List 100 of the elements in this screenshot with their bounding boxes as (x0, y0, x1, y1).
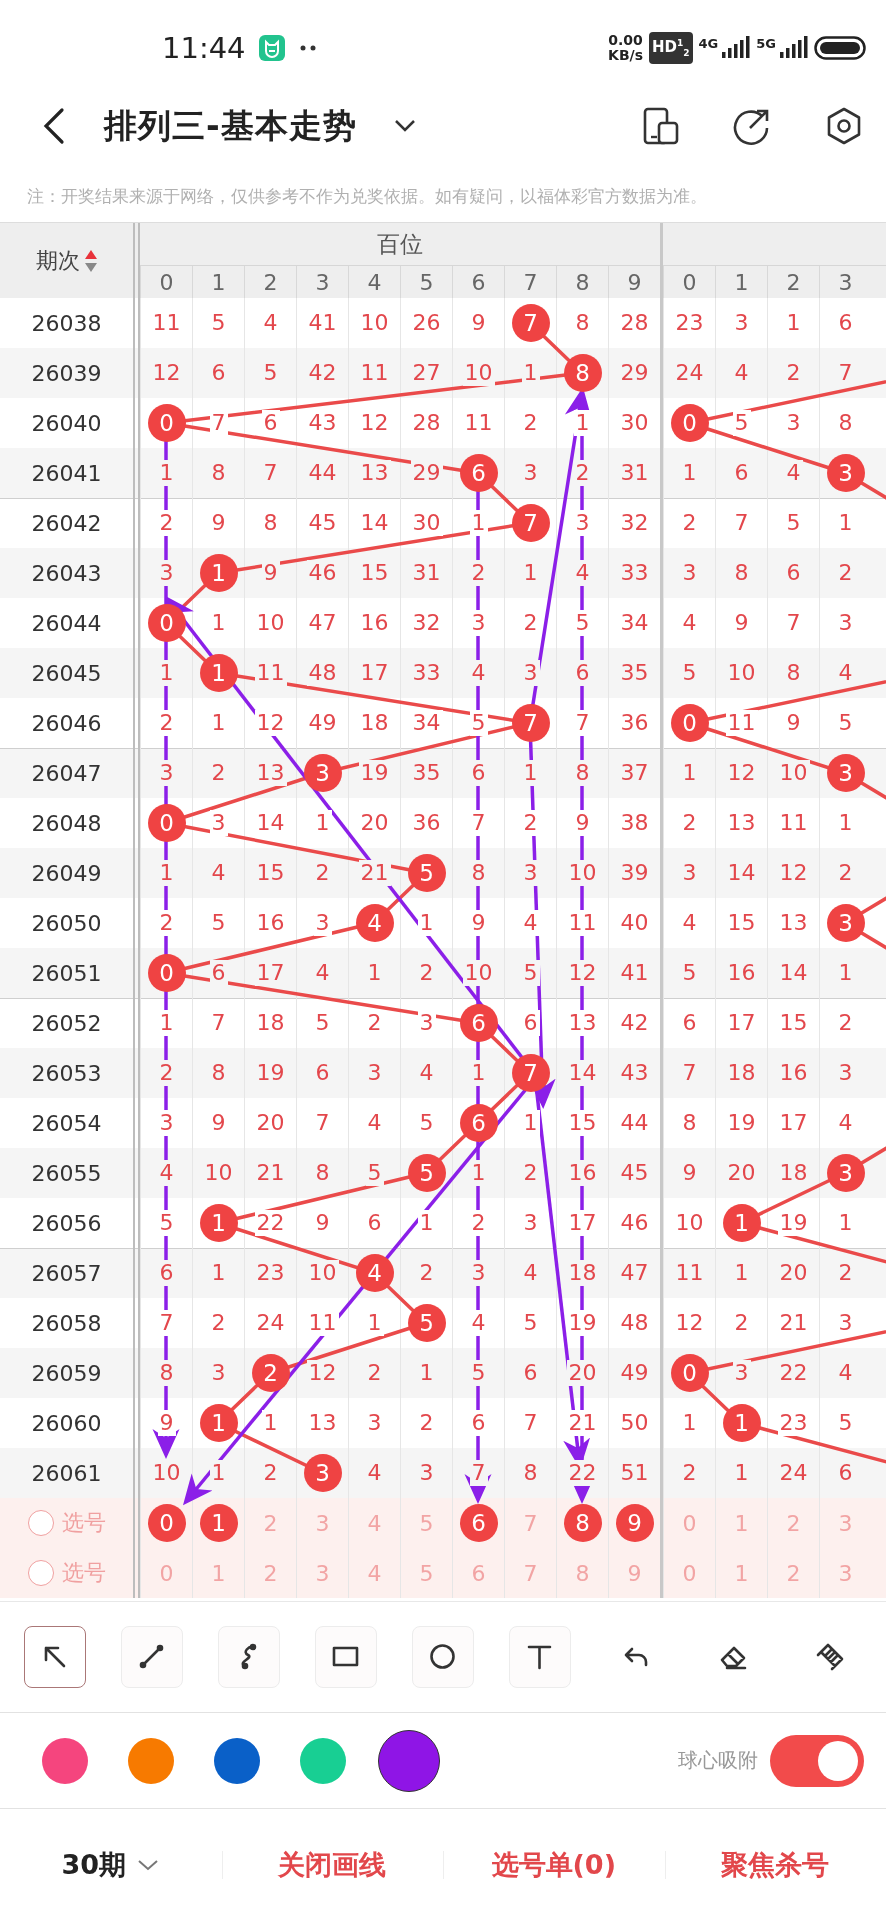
pick-number[interactable]: 2 (263, 1560, 278, 1586)
action-button[interactable]: 关闭画线 (272, 1843, 393, 1887)
circle-tool[interactable] (412, 1626, 474, 1688)
curve-tool[interactable] (217, 1626, 280, 1688)
pick-number[interactable]: 8 (575, 1560, 590, 1586)
issue-number: 26050 (31, 910, 102, 936)
number-ball: 5 (407, 1154, 446, 1192)
pick-number[interactable]: 3 (838, 1560, 853, 1586)
pick-number[interactable]: 6 (459, 1504, 498, 1542)
pick-number[interactable]: 0 (682, 1510, 697, 1536)
number-ball: 7 (511, 704, 550, 742)
omission-value: 3 (209, 810, 228, 836)
action-button[interactable]: 选号单(0) (485, 1843, 622, 1887)
pick-number[interactable]: 7 (523, 1510, 538, 1536)
pick-number[interactable]: 1 (211, 1560, 226, 1586)
issue-number: 26053 (31, 1060, 102, 1086)
period-dropdown[interactable]: 30期 (55, 1843, 167, 1887)
rectangle-tool[interactable] (314, 1626, 377, 1688)
caret-icon[interactable] (392, 118, 417, 134)
pick-number[interactable]: 4 (367, 1560, 382, 1586)
pick-number[interactable]: 1 (199, 1504, 238, 1542)
line-tool[interactable] (120, 1626, 183, 1688)
number-ball: 1 (722, 1404, 761, 1442)
number-ball: 6 (459, 1104, 498, 1142)
pick-number[interactable]: 7 (523, 1560, 538, 1586)
pick-number[interactable]: 8 (563, 1504, 602, 1542)
pick-number[interactable]: 9 (615, 1504, 654, 1542)
issue-number: 26046 (31, 710, 102, 736)
number-ball: 5 (407, 1304, 446, 1342)
number-ball: 3 (826, 904, 865, 942)
number-ball: 0 (147, 604, 186, 642)
number-ball: 6 (459, 1004, 498, 1042)
issue-number: 26041 (31, 460, 102, 486)
omission-value: 9 (157, 1410, 176, 1436)
select-radio[interactable] (27, 1560, 54, 1586)
disclaimer-text: 注：开奖结果来源于网络，仅供参考不作为兑奖依据。如有疑问，以福体彩官方数据为准。 (27, 187, 707, 206)
number-ball: 1 (199, 1404, 238, 1442)
pick-number[interactable]: 3 (838, 1510, 853, 1536)
issue-number: 26060 (31, 1410, 102, 1436)
number-ball: 3 (826, 754, 865, 792)
omission-value: 7 (469, 1460, 488, 1486)
issue-number: 26061 (31, 1460, 102, 1486)
issue-number: 26052 (31, 1010, 102, 1036)
pick-number[interactable]: 1 (734, 1510, 749, 1536)
issue-number: 26040 (31, 410, 102, 436)
device-icon[interactable] (642, 106, 680, 146)
action-button[interactable]: 聚焦杀号 (715, 1843, 836, 1887)
pick-number[interactable]: 1 (734, 1560, 749, 1586)
pick-number[interactable]: 4 (367, 1510, 382, 1536)
omission-value: 7 (209, 410, 228, 436)
pick-number[interactable]: 2 (786, 1510, 801, 1536)
number-ball: 7 (511, 304, 550, 342)
issue-number: 26047 (31, 760, 102, 786)
pick-number[interactable]: 0 (159, 1560, 174, 1586)
toggle-label: 球心吸附 (678, 1747, 758, 1774)
issue-number: 26045 (31, 660, 102, 686)
issue-number: 26048 (31, 810, 102, 836)
issue-number: 26038 (31, 310, 102, 336)
omission-value: 22 (566, 1460, 599, 1486)
number-ball: 3 (303, 1454, 342, 1492)
issue-number: 26054 (31, 1110, 102, 1136)
issue-number: 26057 (31, 1260, 102, 1286)
omission-value: 21 (358, 860, 391, 886)
number-ball: 3 (826, 454, 865, 492)
page-title[interactable]: 排列三-基本走势 (104, 103, 357, 149)
pick-number[interactable]: 9 (627, 1560, 642, 1586)
omission-value: 4 (469, 660, 488, 686)
issue-number: 26044 (31, 610, 102, 636)
issue-number: 26051 (31, 960, 102, 986)
omission-value: 4 (157, 1160, 176, 1186)
issue-number: 26042 (31, 510, 102, 536)
number-ball: 1 (199, 554, 238, 592)
network-type: 4G (698, 36, 719, 51)
speed-unit: KB/s (608, 48, 643, 63)
number-ball: 1 (199, 1204, 238, 1242)
pick-number[interactable]: 3 (315, 1510, 330, 1536)
text-tool[interactable] (509, 1626, 572, 1688)
snap-toggle[interactable] (770, 1734, 864, 1787)
omission-value: 4 (521, 910, 540, 936)
pick-number[interactable]: 5 (419, 1510, 434, 1536)
arrow-tool[interactable] (23, 1626, 86, 1688)
pick-number[interactable]: 5 (419, 1560, 434, 1586)
pick-number[interactable]: 0 (147, 1504, 186, 1542)
issue-number: 26043 (31, 560, 102, 586)
issue-number: 26039 (31, 360, 102, 386)
pick-number[interactable]: 2 (786, 1560, 801, 1586)
number-ball: 4 (355, 904, 394, 942)
color-swatch[interactable] (128, 1737, 174, 1784)
select-radio[interactable] (27, 1510, 54, 1536)
number-ball: 0 (147, 404, 186, 442)
group-header: 百位 (377, 229, 423, 259)
column-header: 期次 (35, 246, 80, 275)
pick-number[interactable]: 2 (263, 1510, 278, 1536)
pick-number[interactable]: 3 (315, 1560, 330, 1586)
row-label: 选号 (61, 1509, 106, 1537)
color-swatch[interactable] (214, 1737, 260, 1784)
pick-number[interactable]: 6 (471, 1560, 486, 1586)
pick-number[interactable]: 0 (682, 1560, 697, 1586)
color-swatch[interactable] (300, 1737, 346, 1784)
color-swatch[interactable] (42, 1737, 88, 1784)
